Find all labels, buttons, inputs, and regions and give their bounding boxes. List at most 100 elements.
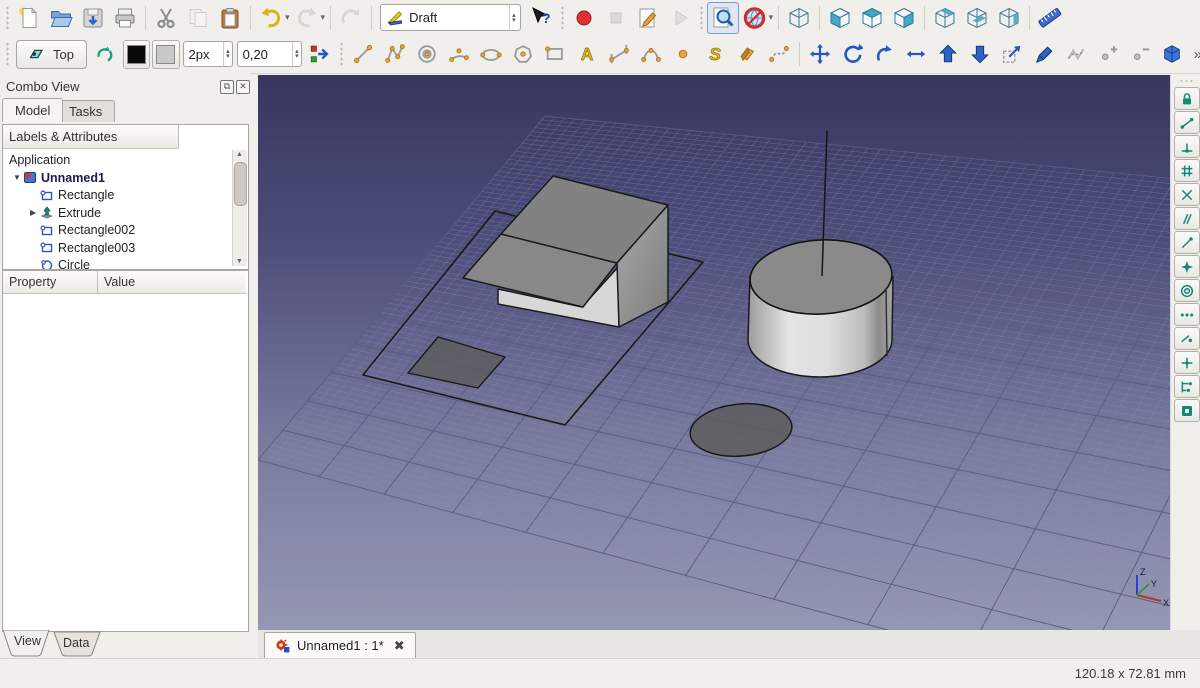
toolbar-handle[interactable] [699,6,704,30]
paste-button[interactable] [214,2,246,34]
upgrade-button[interactable] [932,38,964,70]
float-panel-icon[interactable]: ⧉ [220,80,234,94]
snap-ortho-button[interactable] [1174,231,1200,254]
draft-circle-button[interactable] [411,38,443,70]
open-file-button[interactable] [45,2,77,34]
view-front-button[interactable] [824,2,856,34]
downgrade-button[interactable] [964,38,996,70]
snap-midpoint-button[interactable] [1174,135,1200,158]
save-button[interactable] [77,2,109,34]
expander-closed-icon[interactable]: ▶ [30,208,40,217]
stepper-icon[interactable]: ▴▾ [223,42,232,66]
macro-play-button[interactable] [664,2,696,34]
face-color-button[interactable] [152,40,179,69]
undo-button[interactable] [255,2,287,34]
draft-wire-button[interactable] [379,38,411,70]
tab-tasks[interactable]: Tasks [56,100,115,122]
construction-mode-button[interactable] [90,38,122,70]
apply-style-button[interactable] [304,38,336,70]
close-tab-icon[interactable]: ✖ [394,638,405,654]
view-left-button[interactable] [993,2,1025,34]
print-button[interactable] [109,2,141,34]
macro-stop-button[interactable] [600,2,632,34]
view-isometric-button[interactable] [783,2,815,34]
tree-item-rectangle003[interactable]: Rectangle003 [30,239,135,257]
draft-shapestring-button[interactable]: S [699,38,731,70]
tab-view[interactable]: View [14,634,41,648]
dropdown-arrow-icon[interactable]: ▾ [769,12,774,23]
draw-style-button[interactable] [739,2,771,34]
stepper-icon[interactable]: ▴▾ [292,42,301,66]
measure-distance-button[interactable] [1034,2,1066,34]
draft-polygon-button[interactable] [507,38,539,70]
draft-line-button[interactable] [347,38,379,70]
move-button[interactable] [804,38,836,70]
rotate-button[interactable] [836,38,868,70]
refresh-button[interactable] [335,2,367,34]
redo-button[interactable] [291,2,323,34]
toolbar-handle[interactable] [560,6,565,30]
tree-item-rectangle002[interactable]: Rectangle002 [30,221,135,239]
expander-open-icon[interactable]: ▼ [13,173,23,182]
tree-item-rectangle[interactable]: Rectangle [30,186,114,204]
value-column-header[interactable]: Value [97,271,246,294]
shape-2d-view-button[interactable] [1156,38,1188,70]
document-tab[interactable]: Unnamed1 : 1* ✖ [264,632,416,658]
draft-bezier-button[interactable] [763,38,795,70]
tab-data[interactable]: Data [63,636,89,650]
draft-text-button[interactable]: A [571,38,603,70]
wire-to-bspline-button[interactable] [1060,38,1092,70]
copy-button[interactable] [182,2,214,34]
fit-all-button[interactable] [707,2,739,34]
toolbar-handle[interactable] [5,42,10,66]
draft-dimension-button[interactable] [603,38,635,70]
toolbar-overflow-button[interactable]: » [1194,46,1200,63]
snap-special-button[interactable] [1174,351,1200,374]
snap-parallel-button[interactable] [1174,207,1200,230]
offset-button[interactable] [868,38,900,70]
toolbar-handle[interactable] [1179,79,1195,83]
snap-working-plane-button[interactable] [1174,399,1200,422]
whats-this-button[interactable]: ? [525,2,557,34]
scroll-down-icon[interactable]: ▼ [233,258,246,265]
draft-bspline-button[interactable] [635,38,667,70]
line-width-spin[interactable]: 2px▴▾ [183,41,233,67]
delete-point-button[interactable] [1124,38,1156,70]
view-top-button[interactable] [856,2,888,34]
3d-viewport[interactable]: Z Y X [258,75,1170,630]
scale-spin[interactable]: 0,20▴▾ [237,41,302,67]
snap-near-button[interactable] [1174,327,1200,350]
view-rear-button[interactable] [929,2,961,34]
cut-button[interactable] [150,2,182,34]
toolbar-handle[interactable] [339,42,344,66]
close-panel-icon[interactable]: ✕ [236,80,250,94]
snap-center-button[interactable] [1174,159,1200,182]
snap-endpoint-button[interactable] [1174,111,1200,134]
tree-item-extrude[interactable]: ▶Extrude [30,204,101,222]
view-bottom-button[interactable] [961,2,993,34]
filled-rectangle[interactable] [408,337,505,388]
snap-dimensions-button[interactable] [1174,375,1200,398]
combo-stepper-icon[interactable]: ▴▾ [509,5,518,30]
snap-intersection-button[interactable] [1174,255,1200,278]
scrollbar-thumb[interactable] [234,162,247,206]
tree-item-circle[interactable]: Circle [30,256,90,270]
new-document-button[interactable] [13,2,45,34]
working-plane-button[interactable]: Top [16,40,87,69]
edit-button[interactable] [1028,38,1060,70]
trimex-button[interactable] [900,38,932,70]
snap-grid-button[interactable] [1174,279,1200,302]
draft-ellipse-button[interactable] [475,38,507,70]
tree-item-unnamed1[interactable]: ▼Unnamed1 [13,169,105,187]
snap-lock-button[interactable] [1174,87,1200,110]
tab-model[interactable]: Model [2,98,63,122]
dropdown-arrow-icon[interactable]: ▾ [285,12,290,23]
workbench-selector[interactable]: Draft▴▾ [380,4,521,31]
property-column-header[interactable]: Property [3,271,97,294]
scroll-up-icon[interactable]: ▲ [233,151,246,158]
draft-rectangle-button[interactable] [539,38,571,70]
draft-point-button[interactable] [667,38,699,70]
line-color-button[interactable] [123,40,150,69]
scale-tool-button[interactable] [996,38,1028,70]
add-point-button[interactable] [1092,38,1124,70]
